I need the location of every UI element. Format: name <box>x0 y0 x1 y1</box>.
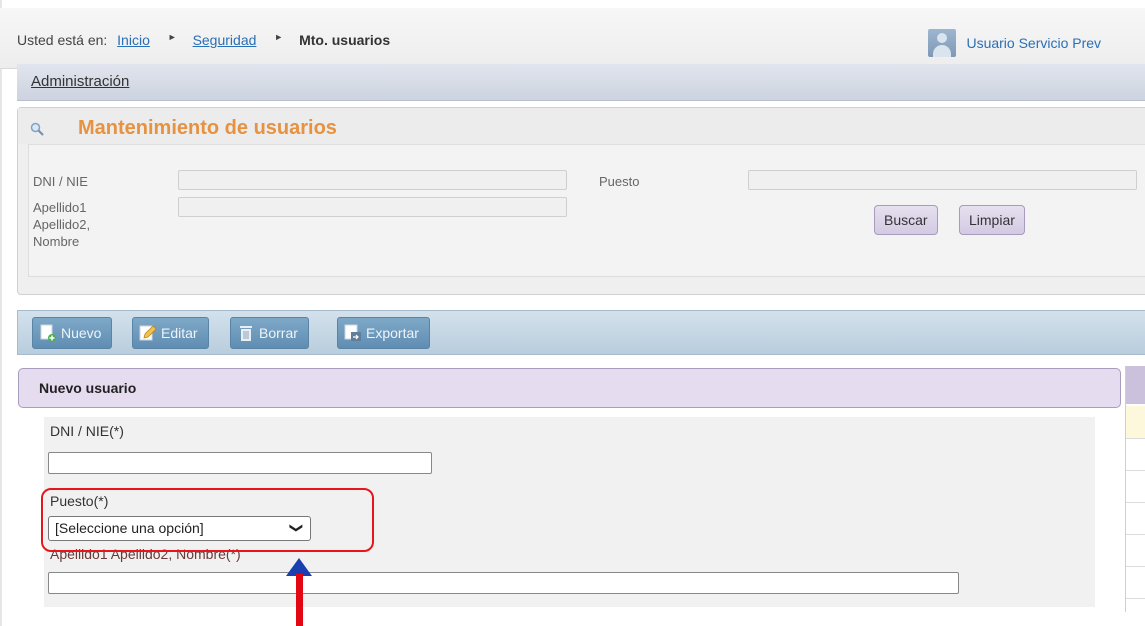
magnifier-icon <box>30 122 44 136</box>
new-nombre-input[interactable] <box>48 572 959 594</box>
search-panel: Mantenimiento de usuarios DNI / NIE Pues… <box>17 107 1145 295</box>
nuevo-button-label: Nuevo <box>61 325 102 341</box>
results-grid-edge <box>1125 366 1145 612</box>
grid-row-line <box>1126 598 1145 599</box>
breadcrumb-separator-icon: ► <box>274 32 284 42</box>
exportar-button-label: Exportar <box>366 325 419 341</box>
trash-icon <box>240 326 252 341</box>
breadcrumb-prefix: Usted está en: <box>17 32 108 48</box>
search-dni-input[interactable] <box>178 170 567 190</box>
search-panel-title: Mantenimiento de usuarios <box>78 117 337 139</box>
editar-button-label: Editar <box>161 325 198 341</box>
grid-row-line <box>1126 438 1145 439</box>
grid-selected-row <box>1126 406 1145 438</box>
user-name[interactable]: Usuario Servicio Prev <box>966 35 1101 51</box>
window-edge <box>0 0 2 626</box>
search-puesto-label: Puesto <box>599 174 640 189</box>
annotation-arrow-shaft <box>296 574 303 626</box>
admin-menu-bar: Administración <box>17 64 1145 101</box>
new-document-icon <box>40 324 56 342</box>
exportar-button[interactable]: Exportar <box>337 317 430 349</box>
search-nombre-label-line: Nombre <box>33 234 80 249</box>
search-nombre-input[interactable] <box>178 197 567 217</box>
breadcrumb-separator-icon: ► <box>167 32 177 42</box>
borrar-button[interactable]: Borrar <box>230 317 309 349</box>
admin-menu-link[interactable]: Administración <box>31 73 129 90</box>
editar-button[interactable]: Editar <box>132 317 209 349</box>
user-menu[interactable]: Usuario Servicio Prev <box>928 29 1101 57</box>
search-nombre-label-line: Apellido2, <box>33 217 91 232</box>
limpiar-button[interactable]: Limpiar <box>959 205 1025 235</box>
actions-toolbar: Nuevo Editar Borrar Exportar <box>17 310 1145 355</box>
new-user-panel-header: Nuevo usuario <box>18 368 1121 408</box>
search-form: DNI / NIE Puesto Apellido1 Apellido2, No… <box>28 144 1145 277</box>
search-nombre-label: Apellido1 Apellido2, Nombre <box>33 199 90 250</box>
top-bar: Usted está en: Inicio ► Seguridad ► Mto.… <box>0 8 1145 69</box>
new-user-panel-title: Nuevo usuario <box>39 380 137 396</box>
search-nombre-label-line: Apellido1 <box>33 200 87 215</box>
borrar-button-label: Borrar <box>259 325 298 341</box>
breadcrumb-current: Mto. usuarios <box>299 32 391 48</box>
export-icon <box>344 324 361 341</box>
new-dni-label: DNI / NIE(*) <box>50 423 124 439</box>
grid-row-line <box>1126 534 1145 535</box>
new-dni-input[interactable] <box>48 452 432 474</box>
breadcrumb-link-inicio[interactable]: Inicio <box>117 32 150 48</box>
search-puesto-input[interactable] <box>748 170 1137 190</box>
buscar-button[interactable]: Buscar <box>874 205 938 235</box>
breadcrumb: Usted está en: Inicio ► Seguridad ► Mto.… <box>17 32 390 48</box>
grid-row-line <box>1126 470 1145 471</box>
grid-row-line <box>1126 566 1145 567</box>
grid-header <box>1126 366 1145 404</box>
annotation-highlight-box <box>41 488 374 552</box>
breadcrumb-link-seguridad[interactable]: Seguridad <box>193 32 257 48</box>
search-panel-header: Mantenimiento de usuarios <box>18 108 1145 144</box>
user-avatar-icon <box>928 29 956 57</box>
grid-row-line <box>1126 502 1145 503</box>
pencil-icon <box>139 325 157 341</box>
nuevo-button[interactable]: Nuevo <box>32 317 113 349</box>
search-dni-label: DNI / NIE <box>33 174 88 189</box>
